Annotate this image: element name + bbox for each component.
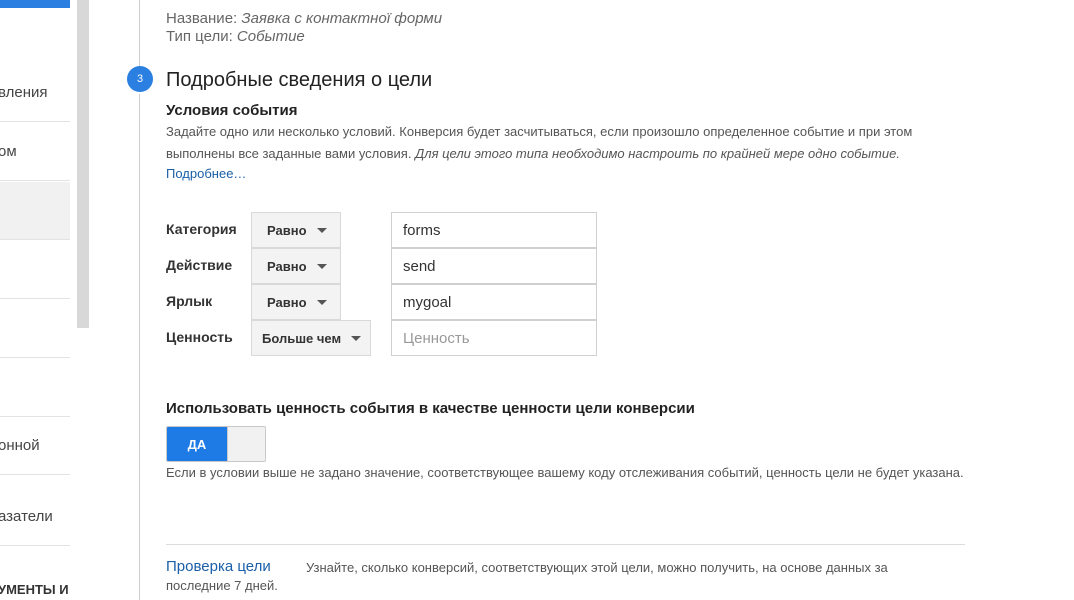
action-operator-dropdown[interactable]: Равно bbox=[251, 248, 341, 284]
type-label: Тип цели: bbox=[166, 28, 233, 45]
row-label-action: Действие bbox=[166, 257, 233, 273]
sidebar-item-9[interactable]: УМЕНТЫ И bbox=[0, 560, 70, 600]
use-value-title: Использовать ценность события в качестве… bbox=[166, 400, 695, 417]
verify-goal-link[interactable]: Проверка цели bbox=[166, 558, 271, 575]
step-line bbox=[139, 0, 140, 66]
name-value: Заявка с контактної форми bbox=[241, 10, 443, 27]
left-sidebar: вления ом онной азатели УМЕНТЫ И bbox=[0, 0, 70, 600]
row-label-category: Категория bbox=[166, 221, 237, 237]
caret-down-icon bbox=[316, 227, 327, 233]
value-operator-dropdown[interactable]: Больше чем bbox=[251, 320, 371, 356]
verify-description-cont: последние 7 дней. bbox=[166, 578, 278, 593]
row-label-value: Ценность bbox=[166, 329, 233, 345]
sidebar-item-3[interactable] bbox=[0, 182, 70, 240]
learn-more-link[interactable]: Подробнее… bbox=[166, 166, 246, 181]
caret-down-icon bbox=[316, 299, 327, 305]
step-title: Подробные сведения о цели bbox=[166, 69, 433, 91]
type-value: Событие bbox=[236, 28, 305, 45]
sidebar-item-8[interactable]: азатели bbox=[0, 488, 70, 546]
sidebar-item-2[interactable]: ом bbox=[0, 123, 70, 181]
goal-summary: Название: Заявка с контактної форми Тип … bbox=[166, 10, 442, 46]
verify-description: Узнайте, сколько конверсий, соответствую… bbox=[306, 560, 888, 575]
step-line bbox=[139, 94, 140, 600]
row-label-label: Ярлык bbox=[166, 293, 213, 309]
category-input[interactable]: forms bbox=[391, 212, 597, 248]
sidebar-item-5[interactable] bbox=[0, 300, 70, 358]
section-divider bbox=[166, 544, 965, 545]
sidebar-top-button[interactable] bbox=[0, 0, 70, 8]
name-label: Название: bbox=[166, 10, 238, 27]
category-operator-dropdown[interactable]: Равно bbox=[251, 212, 341, 248]
use-value-toggle[interactable]: ДА bbox=[166, 426, 266, 462]
value-input[interactable]: Ценность bbox=[391, 320, 597, 356]
toggle-knob bbox=[227, 427, 265, 461]
caret-down-icon bbox=[316, 263, 327, 269]
sidebar-item-6[interactable] bbox=[0, 359, 70, 417]
label-operator-dropdown[interactable]: Равно bbox=[251, 284, 341, 320]
conditions-title: Условия события bbox=[166, 102, 298, 119]
sidebar-scrollbar[interactable] bbox=[77, 0, 89, 328]
conditions-description: Задайте одно или несколько условий. Конв… bbox=[166, 124, 913, 161]
sidebar-item-1[interactable]: вления bbox=[0, 64, 70, 122]
toggle-on-label: ДА bbox=[167, 427, 227, 461]
sidebar-item-4[interactable] bbox=[0, 241, 70, 299]
caret-down-icon bbox=[351, 335, 362, 341]
sidebar-gap bbox=[70, 0, 77, 600]
label-input[interactable]: mygoal bbox=[391, 284, 597, 320]
sidebar-item-7[interactable]: онной bbox=[0, 417, 70, 475]
use-value-note: Если в условии выше не задано значение, … bbox=[166, 465, 964, 480]
step-number-badge: 3 bbox=[127, 66, 153, 92]
action-input[interactable]: send bbox=[391, 248, 597, 284]
